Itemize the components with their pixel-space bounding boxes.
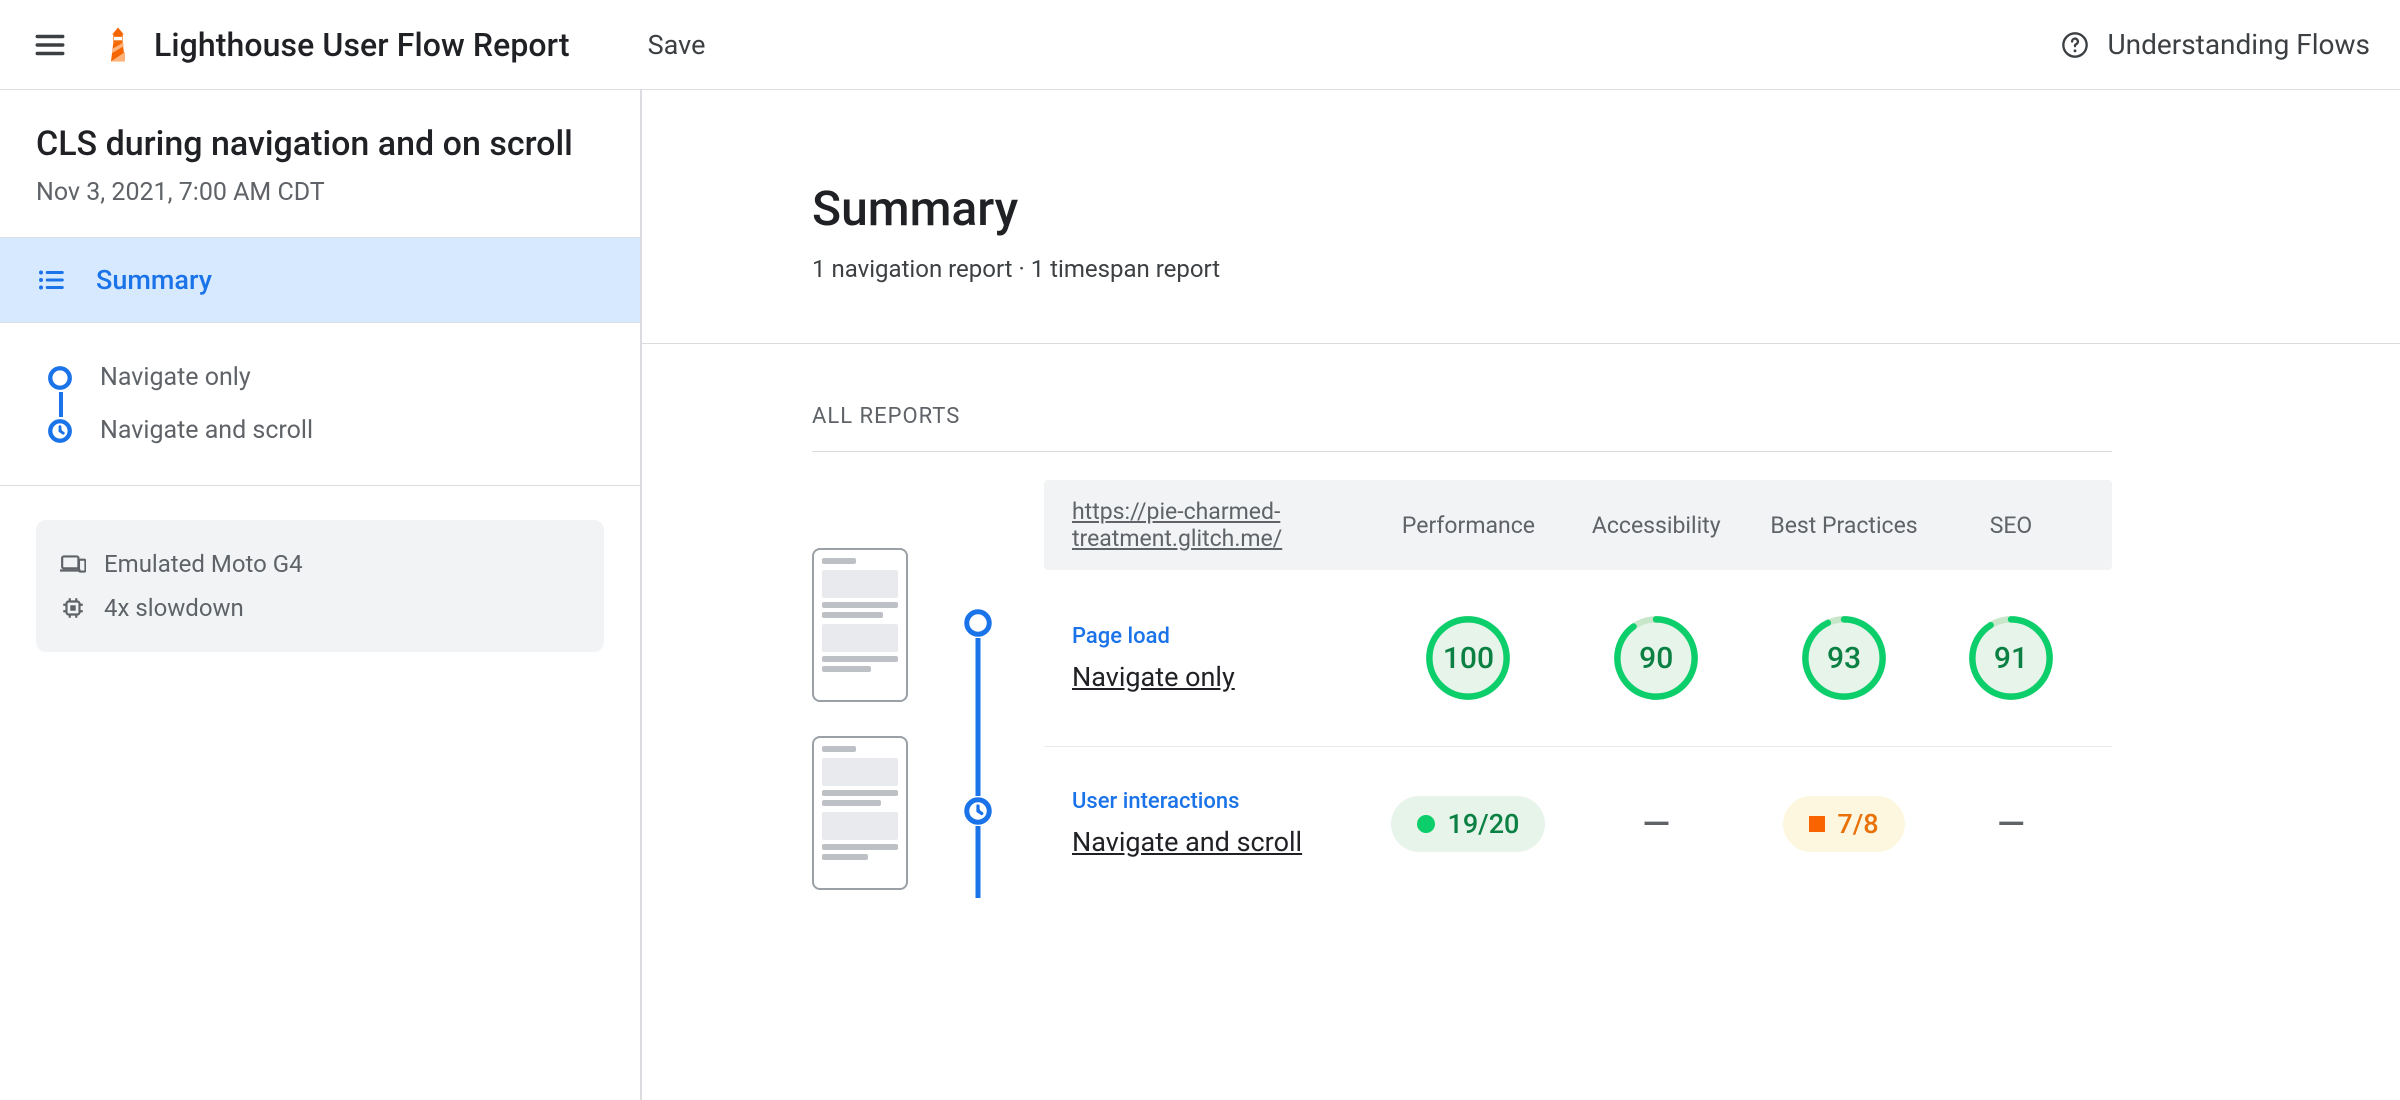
timespan-icon — [963, 796, 993, 826]
sidebar-step-navigate-only[interactable]: Navigate only — [46, 351, 640, 404]
timeline-connector — [976, 620, 981, 898]
navigation-icon — [963, 608, 993, 638]
save-button[interactable]: Save — [648, 29, 706, 61]
gauge-best-practices[interactable]: 93 — [1798, 612, 1890, 704]
summary-label: Summary — [96, 264, 212, 296]
sidebar-step-navigate-and-scroll[interactable]: Navigate and scroll — [46, 404, 640, 457]
column-seo: SEO — [1938, 512, 2084, 539]
report-table: https://pie-charmed-treatment.glitch.me/… — [1044, 480, 2112, 900]
navigation-icon — [46, 364, 74, 392]
device-icon — [60, 551, 86, 577]
thumbnail-column — [812, 480, 912, 890]
gauge-performance[interactable]: 100 — [1422, 612, 1514, 704]
timeline-column — [960, 480, 996, 984]
hamburger-icon — [33, 28, 67, 62]
average-square-icon — [1809, 816, 1825, 832]
table-row: Page load Navigate only 100 90 93 91 — [1044, 570, 2112, 747]
column-best-practices: Best Practices — [1750, 512, 1938, 539]
help-link[interactable]: Understanding Flows — [2061, 28, 2370, 61]
flow-date: Nov 3, 2021, 7:00 AM CDT — [36, 178, 604, 207]
cpu-icon — [60, 595, 86, 621]
summary-icon — [36, 265, 66, 295]
step-kind: User interactions — [1072, 789, 1375, 814]
menu-button[interactable] — [30, 25, 70, 65]
flow-header: CLS during navigation and on scroll Nov … — [0, 90, 640, 238]
environment-box: Emulated Moto G4 4x slowdown — [36, 520, 604, 652]
timespan-icon — [46, 417, 74, 445]
report-url[interactable]: https://pie-charmed-treatment.glitch.me/ — [1072, 498, 1375, 552]
column-performance: Performance — [1375, 512, 1563, 539]
all-reports-section: ALL REPORTS — [642, 344, 2282, 984]
app-title: Lighthouse User Flow Report — [154, 26, 570, 64]
divider — [812, 451, 2112, 452]
step-link[interactable]: Navigate only — [1072, 661, 1375, 693]
main-header: Summary 1 navigation report · 1 timespan… — [642, 90, 2400, 343]
env-device-label: Emulated Moto G4 — [104, 550, 303, 578]
help-icon — [2061, 31, 2089, 59]
fraction-badge-performance[interactable]: 19/20 — [1391, 796, 1545, 852]
screenshot-thumbnail[interactable] — [812, 548, 908, 702]
step-kind: Page load — [1072, 624, 1375, 649]
table-header: https://pie-charmed-treatment.glitch.me/… — [1044, 480, 2112, 570]
gauge-accessibility[interactable]: 90 — [1610, 612, 1702, 704]
help-label: Understanding Flows — [2107, 28, 2370, 61]
gauge-seo[interactable]: 91 — [1965, 612, 2057, 704]
env-cpu-label: 4x slowdown — [104, 594, 244, 622]
section-label: ALL REPORTS — [812, 404, 2112, 429]
sidebar: CLS during navigation and on scroll Nov … — [0, 90, 642, 1100]
not-applicable: — — [1642, 803, 1670, 845]
env-cpu: 4x slowdown — [60, 586, 580, 630]
step-label: Navigate and scroll — [100, 416, 313, 445]
sidebar-item-summary[interactable]: Summary — [0, 238, 640, 323]
lighthouse-icon — [104, 27, 132, 63]
pass-dot-icon — [1417, 815, 1435, 833]
page-subtitle: 1 navigation report · 1 timespan report — [812, 255, 2400, 283]
step-label: Navigate only — [100, 363, 251, 392]
table-row: User interactions Navigate and scroll 19… — [1044, 747, 2112, 900]
column-accessibility: Accessibility — [1562, 512, 1750, 539]
env-device: Emulated Moto G4 — [60, 542, 580, 586]
screenshot-thumbnail[interactable] — [812, 736, 908, 890]
not-applicable: — — [1997, 803, 2025, 845]
main: Summary 1 navigation report · 1 timespan… — [642, 90, 2400, 1100]
page-title: Summary — [812, 180, 2400, 237]
step-link[interactable]: Navigate and scroll — [1072, 826, 1375, 858]
topbar: Lighthouse User Flow Report Save Underst… — [0, 0, 2400, 90]
fraction-badge-best-practices[interactable]: 7/8 — [1783, 796, 1904, 852]
flow-title: CLS during navigation and on scroll — [36, 124, 604, 164]
sidebar-steps: Navigate only Navigate and scroll — [0, 323, 640, 486]
